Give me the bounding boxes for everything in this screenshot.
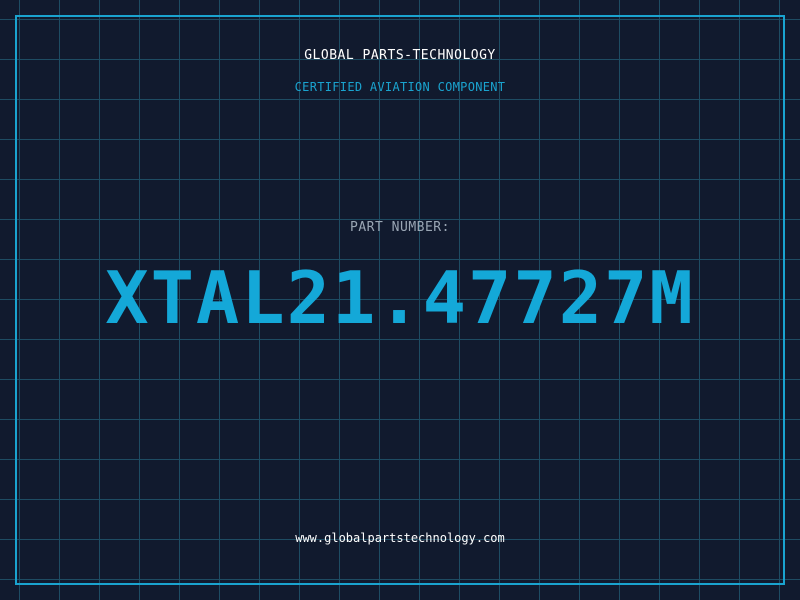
part-number-label: PART NUMBER: [350,220,450,235]
part-number-value: XTAL21.47727M [105,256,695,340]
company-name: GLOBAL PARTS-TECHNOLOGY [304,48,496,63]
part-card: GLOBAL PARTS-TECHNOLOGY CERTIFIED AVIATI… [0,0,800,600]
website-url: www.globalpartstechnology.com [295,531,505,545]
certification-tagline: CERTIFIED AVIATION COMPONENT [294,80,506,94]
